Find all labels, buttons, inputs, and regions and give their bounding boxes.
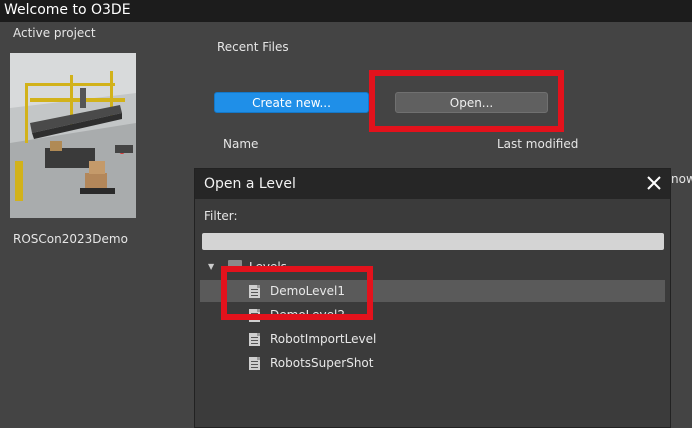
level-file-icon	[249, 333, 260, 346]
name-column-header[interactable]: Name	[223, 137, 258, 151]
project-name: ROSCon2023Demo	[13, 232, 128, 246]
open-level-dialog: Open a Level Filter: ▼ Levels DemoLevel1…	[194, 168, 671, 428]
level-file-icon	[249, 309, 260, 322]
tree-item-robotimportlevel[interactable]: RobotImportLevel	[195, 328, 670, 350]
tree-item-label: RobotImportLevel	[270, 332, 377, 346]
filter-input[interactable]	[202, 233, 664, 250]
window-title: Welcome to O3DE	[0, 0, 692, 22]
create-new-button[interactable]: Create new...	[214, 92, 369, 113]
open-button[interactable]: Open...	[395, 92, 548, 113]
close-icon[interactable]	[644, 173, 664, 193]
recent-file-modified-text: now	[671, 172, 692, 186]
expand-caret-icon[interactable]: ▼	[208, 256, 214, 278]
folder-label: Levels	[249, 260, 287, 274]
level-file-icon	[249, 357, 260, 370]
tree-folder-levels[interactable]: ▼ Levels	[195, 256, 670, 278]
dialog-title-bar: Open a Level	[195, 169, 670, 199]
project-thumbnail[interactable]	[10, 53, 136, 218]
tree-item-robotssupershot[interactable]: RobotsSuperShot	[195, 352, 670, 374]
dialog-title: Open a Level	[204, 176, 296, 192]
tree-item-label: RobotsSuperShot	[270, 356, 374, 370]
last-modified-column-header[interactable]: Last modified	[497, 137, 578, 151]
folder-icon	[228, 260, 242, 272]
tree-item-label: DemoLevel2	[270, 308, 345, 322]
warehouse-scene-image	[10, 53, 136, 218]
level-file-icon	[249, 285, 260, 298]
active-project-label: Active project	[13, 26, 96, 40]
tree-item-demolevel1[interactable]: DemoLevel1	[200, 280, 665, 302]
tree-item-label: DemoLevel1	[270, 284, 345, 298]
recent-files-label: Recent Files	[217, 40, 289, 54]
tree-item-demolevel2[interactable]: DemoLevel2	[195, 304, 670, 326]
filter-label: Filter:	[204, 209, 238, 223]
